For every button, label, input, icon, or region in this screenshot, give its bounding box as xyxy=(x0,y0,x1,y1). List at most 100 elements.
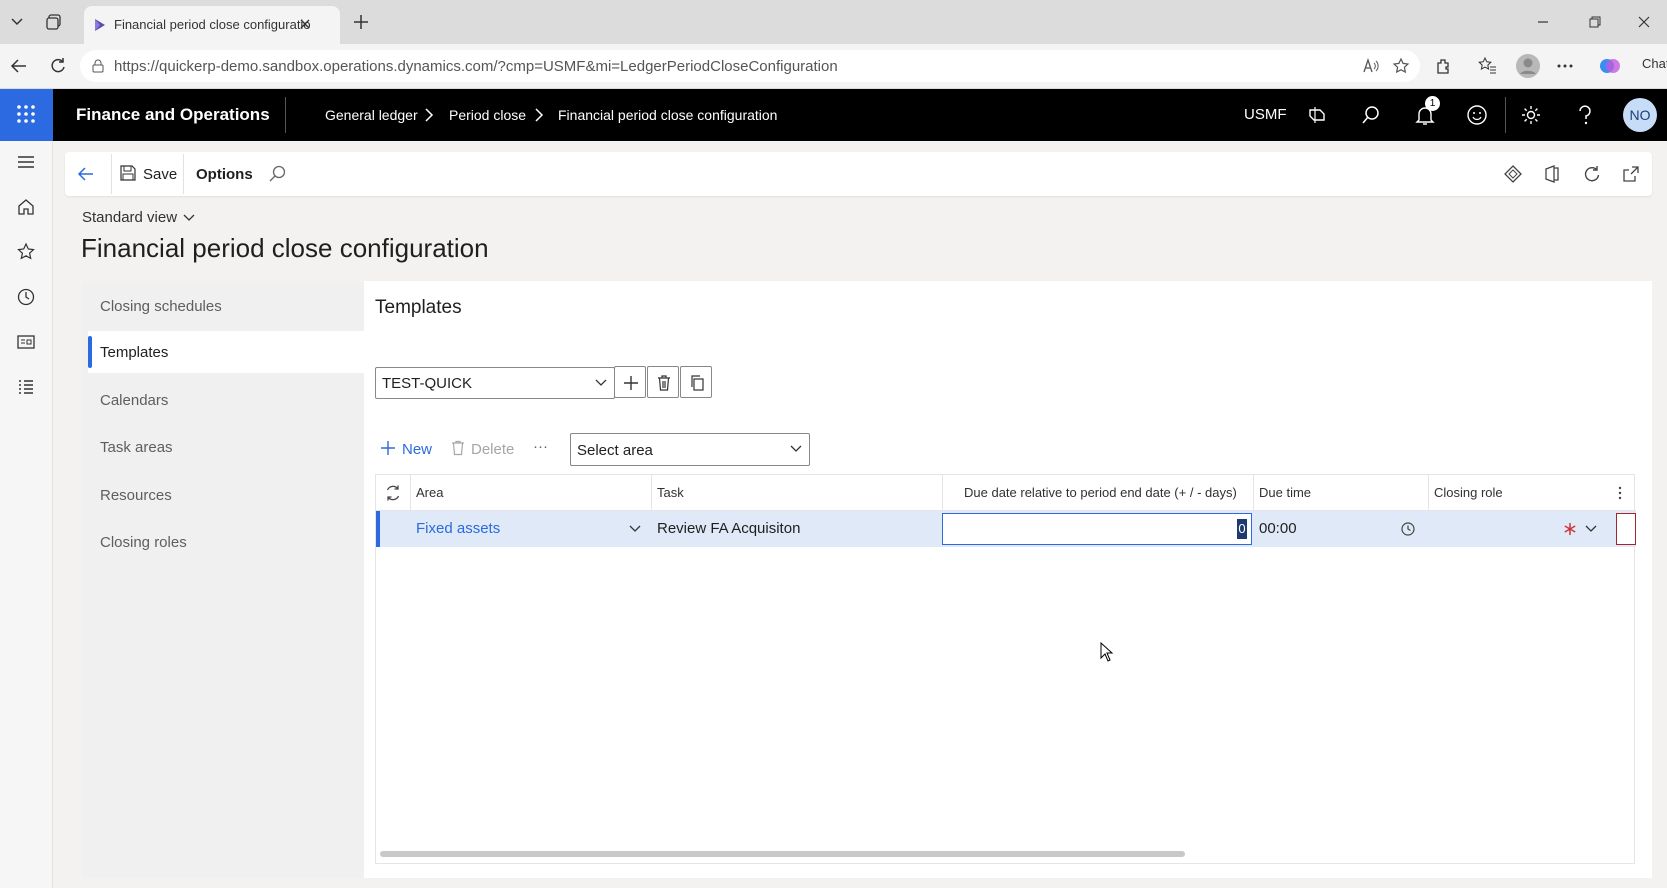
new-tab-icon[interactable] xyxy=(352,13,370,31)
page-title: Financial period close configuration xyxy=(81,233,489,263)
site-info-icon[interactable] xyxy=(90,58,106,74)
column-header-due-time[interactable]: Due time xyxy=(1259,485,1311,500)
breadcrumb-period-close[interactable]: Period close xyxy=(449,107,526,123)
action-divider xyxy=(183,154,184,194)
trash-icon xyxy=(452,440,464,456)
nav-item-task-areas[interactable]: Task areas xyxy=(100,439,173,456)
trash-icon xyxy=(658,375,670,391)
tab-list-chevron-icon[interactable] xyxy=(8,12,26,30)
column-header-due-date[interactable]: Due date relative to period end date (+ … xyxy=(964,485,1237,500)
restore-window-icon[interactable] xyxy=(1587,14,1603,30)
due-time-cell[interactable]: 00:00 xyxy=(1259,520,1297,537)
nav-item-closing-schedules[interactable]: Closing schedules xyxy=(100,298,222,315)
help-question-icon[interactable] xyxy=(1576,104,1594,126)
due-date-days-input[interactable]: 0 xyxy=(942,513,1252,545)
template-dropdown-value: TEST-QUICK xyxy=(382,375,473,392)
options-tab[interactable]: Options xyxy=(196,166,253,183)
read-aloud-icon[interactable] xyxy=(1362,57,1380,75)
chevron-down-icon[interactable] xyxy=(628,523,642,535)
save-button[interactable]: Save xyxy=(119,152,179,196)
closing-role-cell[interactable] xyxy=(1428,511,1616,547)
settings-gear-icon[interactable] xyxy=(1520,104,1542,126)
feedback-smile-icon[interactable] xyxy=(1466,104,1488,126)
browser-tab-bar: Financial period close configuratio xyxy=(0,0,1667,44)
action-search-icon[interactable] xyxy=(268,164,288,184)
nav-item-templates[interactable]: Templates xyxy=(100,344,168,361)
close-window-icon[interactable] xyxy=(1636,14,1652,30)
dynamics-favicon-icon xyxy=(92,17,108,33)
user-avatar[interactable]: NO xyxy=(1623,98,1657,132)
nav-item-resources[interactable]: Resources xyxy=(100,487,172,504)
table-row[interactable]: Fixed assets Review FA Acquisiton 0 00:0… xyxy=(376,511,1636,547)
plus-icon xyxy=(624,376,638,390)
nav-item-calendars[interactable]: Calendars xyxy=(100,392,168,409)
appbar-divider xyxy=(1505,97,1506,133)
action-pane: Save Options xyxy=(65,152,1652,196)
delete-row-button[interactable]: Delete xyxy=(450,437,522,463)
column-header-task[interactable]: Task xyxy=(657,485,684,500)
copy-template-button[interactable] xyxy=(680,366,712,398)
power-apps-diamond-icon[interactable] xyxy=(1503,164,1523,184)
configuration-nav-list: Closing schedules Templates Calendars Ta… xyxy=(82,283,364,703)
app-title[interactable]: Finance and Operations xyxy=(76,105,270,125)
chevron-down-icon[interactable] xyxy=(1584,523,1598,535)
close-tab-icon[interactable] xyxy=(298,17,312,31)
breadcrumb-chevron-icon xyxy=(532,106,546,124)
refresh-page-icon[interactable] xyxy=(1582,164,1602,184)
chevron-down-icon xyxy=(595,379,607,386)
favorite-star-icon[interactable] xyxy=(1392,57,1410,75)
mouse-cursor-icon xyxy=(1100,642,1114,662)
new-row-button[interactable]: New xyxy=(380,437,436,463)
company-picker[interactable]: USMF xyxy=(1244,106,1287,123)
browser-tab-active[interactable]: Financial period close configuratio xyxy=(84,6,340,44)
save-label: Save xyxy=(143,166,178,183)
address-bar[interactable]: https://quickerp-demo.sandbox.operations… xyxy=(80,50,1420,82)
url-text: https://quickerp-demo.sandbox.operations… xyxy=(114,58,838,75)
modules-list-icon[interactable] xyxy=(16,377,36,397)
area-cell[interactable]: Fixed assets xyxy=(410,511,651,547)
chat-label[interactable]: Chat xyxy=(1642,56,1667,71)
minimize-window-icon[interactable] xyxy=(1535,14,1551,30)
favorites-star-icon[interactable] xyxy=(16,242,36,262)
view-selector[interactable]: Standard view xyxy=(82,209,195,226)
view-chevron-down-icon xyxy=(183,214,195,221)
extensions-icon[interactable] xyxy=(1434,56,1454,76)
templates-section-title: Templates xyxy=(375,297,462,318)
hamburger-menu-icon[interactable] xyxy=(16,153,36,171)
workspaces-icon[interactable] xyxy=(44,12,64,32)
open-new-window-icon[interactable] xyxy=(1621,164,1641,184)
workspaces-icon[interactable] xyxy=(16,332,36,352)
recent-clock-icon[interactable] xyxy=(16,287,36,307)
refresh-icon[interactable] xyxy=(48,56,68,76)
office-icon[interactable] xyxy=(1542,164,1562,184)
nav-item-closing-roles[interactable]: Closing roles xyxy=(100,534,187,551)
view-label-text: Standard view xyxy=(82,209,178,226)
next-column-cell[interactable] xyxy=(1616,513,1636,545)
breadcrumb-general-ledger[interactable]: General ledger xyxy=(325,107,418,123)
task-cell[interactable]: Review FA Acquisiton xyxy=(657,520,800,537)
back-button-icon[interactable] xyxy=(76,164,96,184)
app-launcher-button[interactable] xyxy=(0,89,53,141)
add-template-button[interactable] xyxy=(614,366,646,398)
home-icon[interactable] xyxy=(16,197,36,217)
row-selection-indicator xyxy=(376,511,380,547)
column-header-closing-role[interactable]: Closing role xyxy=(1434,485,1503,500)
copilot-icon[interactable] xyxy=(1598,54,1622,78)
template-dropdown[interactable]: TEST-QUICK xyxy=(375,367,615,399)
more-options-button[interactable]: ··· xyxy=(533,438,548,455)
horizontal-scrollbar[interactable] xyxy=(380,851,1185,857)
favorites-list-icon[interactable] xyxy=(1478,56,1498,76)
refresh-grid-icon[interactable] xyxy=(384,484,402,502)
profile-icon[interactable] xyxy=(1515,53,1541,79)
back-arrow-icon[interactable] xyxy=(9,56,29,76)
search-icon[interactable] xyxy=(1360,104,1382,126)
template-tasks-grid: Area Task Due date relative to period en… xyxy=(375,474,1636,864)
column-options-icon[interactable] xyxy=(1613,485,1627,501)
dynamics-copilot-icon[interactable] xyxy=(1306,104,1328,126)
delete-template-button[interactable] xyxy=(647,366,679,398)
clock-icon[interactable] xyxy=(1400,521,1416,537)
more-browser-icon[interactable] xyxy=(1555,56,1575,76)
notification-badge: 1 xyxy=(1425,96,1440,111)
column-header-area[interactable]: Area xyxy=(416,485,443,500)
select-area-dropdown[interactable]: Select area xyxy=(570,433,810,466)
